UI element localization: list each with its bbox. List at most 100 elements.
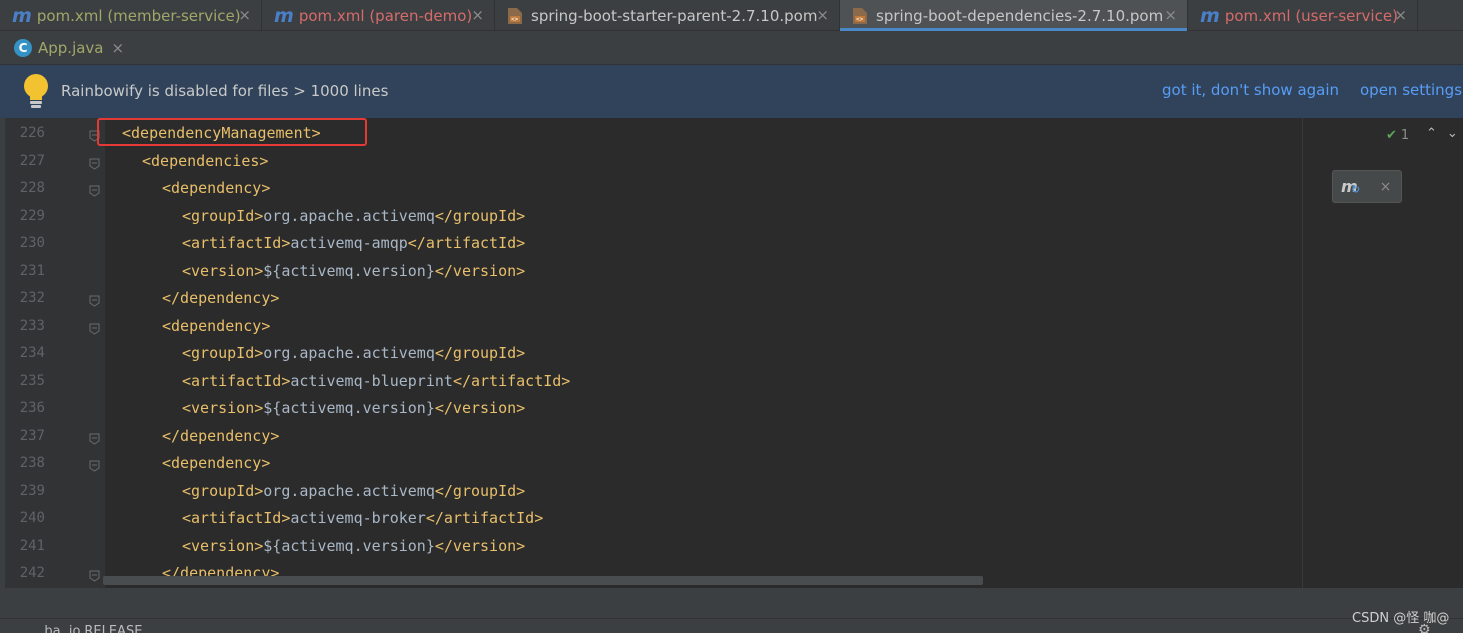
xml-tag: <artifactId>	[182, 371, 291, 390]
xml-tag: <version>	[182, 261, 264, 280]
tab-pom-user-service[interactable]: m pom.xml (user-service) ×	[1188, 0, 1418, 31]
xml-tag: </artifactId>	[407, 234, 526, 252]
fold-marker-icon[interactable]	[89, 155, 100, 170]
chevron-down-icon[interactable]: ⌄	[1447, 126, 1463, 141]
code-text: </dependency>	[162, 427, 279, 445]
line-number: 226	[19, 125, 45, 141]
code-line[interactable]: 236 <version>${activemq.version}</version…	[0, 393, 1300, 421]
tab-label: spring-boot-dependencies-2.7.10.pom	[876, 6, 1164, 25]
code-text: <artifactId>activemq-amqp</artifactId>	[182, 234, 525, 252]
code-line[interactable]: 235 <artifactId>activemq-blueprint</artif…	[0, 366, 1300, 394]
tab-pom-paren-demo[interactable]: m pom.xml (paren-demo) ×	[262, 0, 495, 31]
fold-marker-icon[interactable]	[89, 182, 100, 197]
xml-tag: <groupId>	[182, 206, 264, 225]
code-line[interactable]: 229 <groupId>org.apache.activemq</groupId…	[0, 201, 1300, 229]
line-number: 234	[19, 345, 45, 361]
code-text: <artifactId>activemq-broker</artifactId>	[182, 509, 543, 527]
line-number: 238	[19, 455, 45, 471]
line-number: 227	[19, 152, 45, 169]
maven-reload-popup[interactable]: m ↻ ×	[1332, 170, 1402, 203]
tab-pom-member-service[interactable]: m pom.xml (member-service) ×	[0, 0, 262, 31]
xml-tag: </version>	[434, 536, 526, 555]
close-icon[interactable]: ×	[1394, 6, 1407, 24]
maven-icon: m	[274, 4, 294, 27]
code-editor[interactable]: 226 <dependencyManagement> 227 <dependencie…	[0, 118, 1463, 588]
close-icon[interactable]: ×	[1380, 179, 1392, 195]
code-text: <dependencies>	[142, 152, 268, 170]
xml-value: org.apache.activemq	[263, 344, 435, 362]
code-text: <version>${activemq.version}</version>	[182, 537, 525, 555]
close-icon[interactable]: ×	[1164, 6, 1177, 24]
svg-text:<>: <>	[511, 16, 519, 23]
xml-value: org.apache.activemq	[263, 481, 435, 500]
xml-tag: </artifactId>	[425, 509, 544, 527]
code-line[interactable]: 233 <dependency>	[0, 311, 1300, 339]
tab-label: App.java	[38, 39, 104, 57]
line-number: 233	[19, 317, 45, 334]
code-line[interactable]: 238 <dependency>	[0, 448, 1300, 476]
horizontal-scrollbar[interactable]	[103, 576, 983, 585]
xml-tag: </dependency>	[162, 426, 280, 445]
open-settings-link[interactable]: open settings	[1360, 81, 1462, 99]
banner-message: Rainbowify is disabled for files > 1000 …	[61, 82, 389, 100]
code-text: <groupId>org.apache.activemq</groupId>	[182, 482, 525, 500]
line-number: 231	[19, 262, 45, 279]
close-icon[interactable]: ×	[238, 6, 251, 24]
gear-icon[interactable]: ⚙	[1418, 622, 1431, 633]
code-line[interactable]: 237 </dependency>	[0, 421, 1300, 449]
code-line[interactable]: 231 <version>${activemq.version}</version…	[0, 256, 1300, 284]
prev-next-arrows[interactable]: ⌃⌄	[1426, 126, 1463, 141]
code-line[interactable]: 230 <artifactId>activemq-amqp</artifactId…	[0, 228, 1300, 256]
highlight-annotation	[97, 118, 367, 146]
code-line[interactable]: 234 <groupId>org.apache.activemq</groupId…	[0, 338, 1300, 366]
line-number: 232	[19, 290, 45, 306]
editor-tab-bar: m pom.xml (member-service) × m pom.xml (…	[0, 0, 1463, 31]
tab-app-java[interactable]: C App.java ×	[0, 31, 130, 65]
code-text: <artifactId>activemq-blueprint</artifact…	[182, 372, 570, 390]
xml-tag: <dependency>	[162, 179, 271, 197]
maven-reload-icon[interactable]: m ↻	[1341, 177, 1360, 196]
code-line[interactable]: 241 <version>${activemq.version}</version…	[0, 531, 1300, 559]
xml-tag: </version>	[434, 399, 526, 417]
code-line[interactable]: 239 <groupId>org.apache.activemq</groupId…	[0, 476, 1300, 504]
inspection-widget[interactable]: ✔ 1	[1386, 128, 1409, 143]
code-text: <version>${activemq.version}</version>	[182, 399, 525, 417]
close-icon[interactable]: ×	[112, 39, 125, 57]
xml-tag: <dependency>	[162, 454, 271, 472]
status-text: ...ba..io.RELEASE	[32, 624, 143, 633]
tab-label: pom.xml (paren-demo)	[298, 6, 473, 25]
code-text: <dependency>	[162, 179, 270, 197]
code-text: </dependency>	[162, 289, 279, 307]
fold-marker-icon[interactable]	[89, 320, 100, 335]
code-text: <version>${activemq.version}</version>	[182, 262, 525, 280]
close-icon[interactable]: ×	[816, 6, 829, 24]
tab-spring-boot-dependencies[interactable]: <> spring-boot-dependencies-2.7.10.pom ×	[840, 0, 1188, 31]
line-number: 236	[19, 400, 45, 416]
maven-icon: m	[12, 4, 32, 27]
line-number: 230	[19, 235, 45, 251]
dismiss-link[interactable]: got it, don't show again	[1162, 81, 1339, 99]
xml-tag: <version>	[182, 399, 264, 417]
fold-marker-icon[interactable]	[89, 430, 100, 445]
tab-label: pom.xml (user-service)	[1224, 6, 1398, 25]
tab-spring-boot-starter-parent[interactable]: <> spring-boot-starter-parent-2.7.10.pom…	[495, 0, 840, 31]
xml-tag: <artifactId>	[182, 509, 291, 527]
maven-icon: m	[1200, 4, 1220, 27]
fold-marker-icon[interactable]	[89, 457, 100, 472]
close-icon[interactable]: ×	[471, 6, 484, 24]
fold-marker-icon[interactable]	[89, 567, 100, 582]
xml-tag: <groupId>	[182, 481, 264, 500]
xml-tag: </version>	[434, 261, 526, 280]
inspection-count: 1	[1400, 128, 1410, 143]
xml-tag: </groupId>	[434, 206, 526, 225]
xml-tag: <dependencies>	[142, 151, 269, 170]
code-line[interactable]: 240 <artifactId>activemq-broker</artifact…	[0, 503, 1300, 531]
xml-tag: </groupId>	[434, 344, 526, 362]
xml-value: activemq-broker	[290, 509, 426, 527]
code-line[interactable]: 228 <dependency>	[0, 173, 1300, 201]
code-line[interactable]: 227 <dependencies>	[0, 146, 1300, 174]
code-line[interactable]: 232 </dependency>	[0, 283, 1300, 311]
chevron-up-icon[interactable]: ⌃	[1426, 126, 1447, 141]
fold-marker-icon[interactable]	[89, 292, 100, 307]
xml-tag: </artifactId>	[452, 371, 571, 390]
